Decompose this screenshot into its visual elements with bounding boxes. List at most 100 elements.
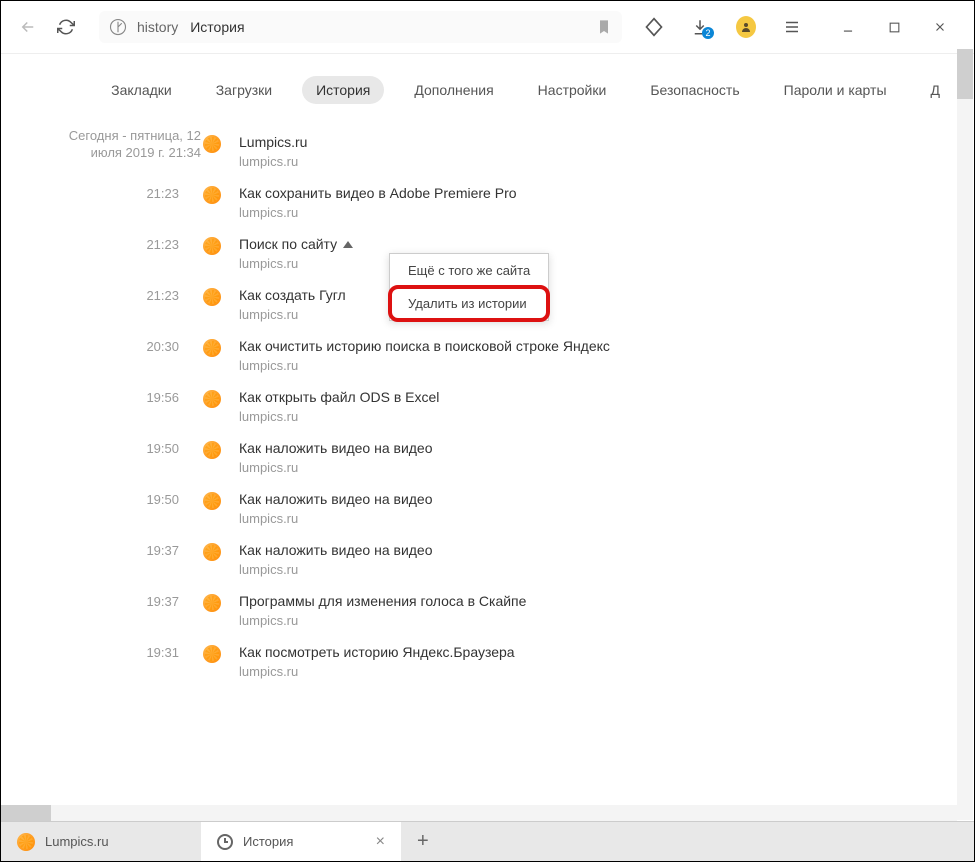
item-time: 19:31: [55, 644, 203, 660]
new-tab-button[interactable]: +: [401, 830, 445, 853]
history-item[interactable]: 21:23 Как сохранить видео в Adobe Premier…: [55, 177, 974, 228]
minimize-button[interactable]: [838, 17, 858, 37]
item-domain: lumpics.ru: [239, 205, 517, 220]
history-item[interactable]: 19:56 Как открыть файл ODS в Excellumpics…: [55, 381, 974, 432]
favicon-icon: [203, 594, 221, 612]
reload-button[interactable]: [55, 16, 77, 38]
item-body: Как сохранить видео в Adobe Premiere Pro…: [239, 185, 517, 220]
item-title: Как создать Гугл: [239, 287, 346, 303]
item-body: Как посмотреть историю Яндекс.Браузера lu…: [239, 644, 515, 679]
history-item[interactable]: 19:50 Как наложить видео на видео lumpics.…: [55, 483, 974, 534]
context-menu: Ещё с того же сайта Удалить из истории: [389, 253, 549, 321]
browser-tab[interactable]: История ×: [201, 822, 401, 861]
favicon-icon: [203, 543, 221, 561]
nav-tab[interactable]: Безопасность: [636, 76, 753, 104]
bookmark-icon[interactable]: [596, 19, 612, 35]
alice-icon[interactable]: [644, 17, 664, 37]
item-body: Как наложить видео на видео lumpics.ru: [239, 491, 433, 526]
item-body: Как наложить видео на видеоlumpics.ru: [239, 440, 433, 475]
item-domain: lumpics.ru: [239, 613, 526, 628]
address-scheme: history: [137, 19, 178, 35]
item-body: Поиск по сайту lumpics.ru: [239, 236, 353, 271]
item-title: Программы для изменения голоса в Скайпе: [239, 593, 526, 609]
item-domain: lumpics.ru: [239, 307, 346, 322]
item-domain: lumpics.ru: [239, 460, 433, 475]
history-item[interactable]: 19:50 Как наложить видео на видеоlumpics.…: [55, 432, 974, 483]
favicon-icon: [203, 186, 221, 204]
item-time: 20:30: [55, 338, 203, 354]
item-time: 19:37: [55, 593, 203, 609]
item-title: Как посмотреть историю Яндекс.Браузера: [239, 644, 515, 660]
item-time: 19:37: [55, 542, 203, 558]
item-time: 19:50: [55, 491, 203, 507]
item-domain: lumpics.ru: [239, 256, 353, 271]
maximize-button[interactable]: [884, 17, 904, 37]
favicon-icon: [203, 288, 221, 306]
history-item[interactable]: 19:37 Как наложить видео на видео lumpics.…: [55, 534, 974, 585]
item-domain: lumpics.ru: [239, 358, 610, 373]
nav-tab[interactable]: История: [302, 76, 384, 104]
clock-icon: [217, 834, 233, 850]
tab-close-icon[interactable]: ×: [356, 833, 385, 851]
profile-button[interactable]: [736, 17, 756, 37]
item-title: Поиск по сайту: [239, 236, 353, 252]
favicon-icon: [203, 237, 221, 255]
favicon-icon: [203, 645, 221, 663]
item-domain: lumpics.ru: [239, 154, 307, 169]
item-time: 21:23: [55, 236, 203, 252]
tab-title: Lumpics.ru: [45, 834, 109, 849]
horizontal-scrollbar[interactable]: [1, 805, 957, 821]
item-title: Как очистить историю поиска в поисковой …: [239, 338, 610, 354]
browser-tab[interactable]: Lumpics.ru: [1, 822, 201, 861]
back-button[interactable]: [17, 16, 39, 38]
item-domain: lumpics.ru: [239, 409, 439, 424]
item-time: 19:50: [55, 440, 203, 456]
history-list: Lumpics.ru lumpics.ru 21:23 Как сохранить в…: [55, 118, 974, 687]
item-title: Как наложить видео на видео: [239, 491, 433, 507]
history-item[interactable]: 19:31 Как посмотреть историю Яндекс.Брауз…: [55, 636, 974, 687]
favicon-icon: [203, 135, 221, 153]
address-bar[interactable]: history История: [99, 11, 622, 43]
item-body: Как наложить видео на видео lumpics.ru: [239, 542, 433, 577]
settings-nav-tabs: Закладки Загрузки История Дополнения Настрой…: [1, 54, 974, 118]
item-domain: lumpics.ru: [239, 511, 433, 526]
address-title: История: [190, 19, 244, 35]
item-body: Lumpics.ru lumpics.ru: [239, 134, 307, 169]
history-item[interactable]: 19:37 Программы для изменения голоса в Ск…: [55, 585, 974, 636]
item-body: Как создать Гугл lumpics.ru: [239, 287, 346, 322]
nav-tab[interactable]: Пароли и карты: [770, 76, 901, 104]
menu-more-same-site[interactable]: Ещё с того же сайта: [390, 254, 548, 287]
nav-tab[interactable]: Дополнения: [400, 76, 507, 104]
nav-tab[interactable]: Загрузки: [202, 76, 286, 104]
close-button[interactable]: [930, 17, 950, 37]
nav-tab[interactable]: Д: [917, 76, 954, 104]
nav-tab[interactable]: Закладки: [97, 76, 186, 104]
item-title: Как наложить видео на видео: [239, 542, 433, 558]
window-controls: [838, 17, 950, 37]
item-title: Lumpics.ru: [239, 134, 307, 150]
item-time: 19:56: [55, 389, 203, 405]
menu-button[interactable]: [782, 17, 802, 37]
item-body: Программы для изменения голоса в Скайпе l…: [239, 593, 526, 628]
tab-title: История: [243, 834, 293, 849]
favicon-icon: [203, 390, 221, 408]
favicon-icon: [203, 492, 221, 510]
expand-up-icon[interactable]: [343, 241, 353, 248]
history-item[interactable]: 20:30 Как очистить историю поиска в поиск…: [55, 330, 974, 381]
item-body: Как очистить историю поиска в поисковой …: [239, 338, 610, 373]
item-domain: lumpics.ru: [239, 562, 433, 577]
menu-delete-from-history[interactable]: Удалить из истории: [388, 285, 550, 322]
item-time: 21:23: [55, 287, 203, 303]
favicon-icon: [203, 339, 221, 357]
download-badge: 2: [702, 27, 714, 39]
downloads-button[interactable]: 2: [690, 17, 710, 37]
scrollbar-h-thumb[interactable]: [1, 805, 51, 821]
date-label: Сегодня - пятница, 12 июля 2019 г. 21:34: [61, 128, 201, 162]
item-domain: lumpics.ru: [239, 664, 515, 679]
history-content: Сегодня - пятница, 12 июля 2019 г. 21:34…: [1, 118, 974, 838]
nav-tab[interactable]: Настройки: [524, 76, 621, 104]
browser-toolbar: history История 2: [1, 1, 974, 54]
item-body: Как открыть файл ODS в Excellumpics.ru: [239, 389, 439, 424]
toolbar-icons: 2: [644, 17, 958, 37]
item-time: 21:23: [55, 185, 203, 201]
